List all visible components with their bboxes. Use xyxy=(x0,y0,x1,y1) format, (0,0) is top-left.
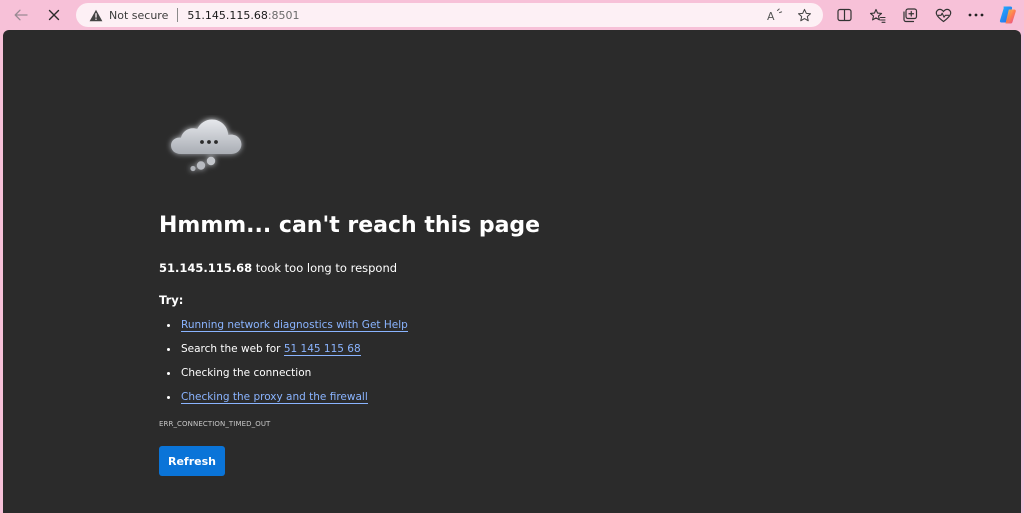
cloud-icon xyxy=(165,115,247,177)
star-icon xyxy=(797,8,811,21)
favorite-button[interactable] xyxy=(793,5,815,25)
favorites-button[interactable] xyxy=(865,4,889,26)
list-item: Running network diagnostics with Get Hel… xyxy=(159,317,408,341)
error-subtitle: 51.145.115.68 took too long to respond xyxy=(159,261,397,275)
favorites-icon xyxy=(869,8,886,23)
security-label[interactable]: Not secure xyxy=(109,9,168,22)
list-item: Checking the proxy and the firewall xyxy=(159,389,408,413)
refresh-button[interactable]: Refresh xyxy=(159,446,225,476)
back-arrow-icon xyxy=(14,9,28,21)
browser-essentials-button[interactable] xyxy=(931,4,955,26)
address-bar[interactable]: Not secure 51.145.115.68 :8501 A xyxy=(76,3,823,27)
collections-icon xyxy=(903,7,918,22)
stop-button[interactable] xyxy=(40,3,68,27)
error-description: took too long to respond xyxy=(252,261,398,275)
search-web-link[interactable]: 51 145 115 68 xyxy=(283,343,361,356)
search-web-text: Search the web for xyxy=(181,343,284,355)
warning-icon[interactable] xyxy=(88,7,104,23)
svg-text:A: A xyxy=(767,10,775,22)
page-viewport: Hmmm... can't reach this page 51.145.115… xyxy=(3,30,1021,513)
collections-button[interactable] xyxy=(898,4,922,26)
bullet xyxy=(167,324,170,327)
bullet xyxy=(167,372,170,375)
list-item: Search the web for 51 145 115 68 xyxy=(159,341,408,365)
network-diagnostics-link[interactable]: Running network diagnostics with Get Hel… xyxy=(181,319,408,332)
split-screen-button[interactable] xyxy=(832,4,856,26)
url-host[interactable]: 51.145.115.68 xyxy=(187,9,267,22)
address-bar-divider xyxy=(177,8,179,22)
split-screen-icon xyxy=(836,8,852,22)
heart-pulse-icon xyxy=(935,8,951,22)
error-code: ERR_CONNECTION_TIMED_OUT xyxy=(159,420,271,428)
browser-toolbar: Not secure 51.145.115.68 :8501 A xyxy=(0,0,1024,30)
suggestions-list: Running network diagnostics with Get Hel… xyxy=(159,317,408,413)
read-aloud-button[interactable]: A xyxy=(764,5,786,25)
copilot-icon xyxy=(999,6,1016,24)
bullet xyxy=(167,348,170,351)
bullet xyxy=(167,396,170,399)
read-aloud-icon: A xyxy=(767,8,783,22)
close-icon xyxy=(48,9,60,21)
back-button[interactable] xyxy=(7,3,35,27)
more-icon xyxy=(968,13,984,17)
url-port[interactable]: :8501 xyxy=(268,9,300,22)
list-item: Checking the connection xyxy=(159,365,408,389)
error-title: Hmmm... can't reach this page xyxy=(159,213,541,238)
error-host: 51.145.115.68 xyxy=(159,261,253,275)
proxy-firewall-link[interactable]: Checking the proxy and the firewall xyxy=(181,391,368,404)
copilot-button[interactable] xyxy=(996,4,1020,26)
settings-and-more-button[interactable] xyxy=(964,4,988,26)
checking-connection-text: Checking the connection xyxy=(181,367,312,379)
try-label: Try: xyxy=(159,293,184,307)
